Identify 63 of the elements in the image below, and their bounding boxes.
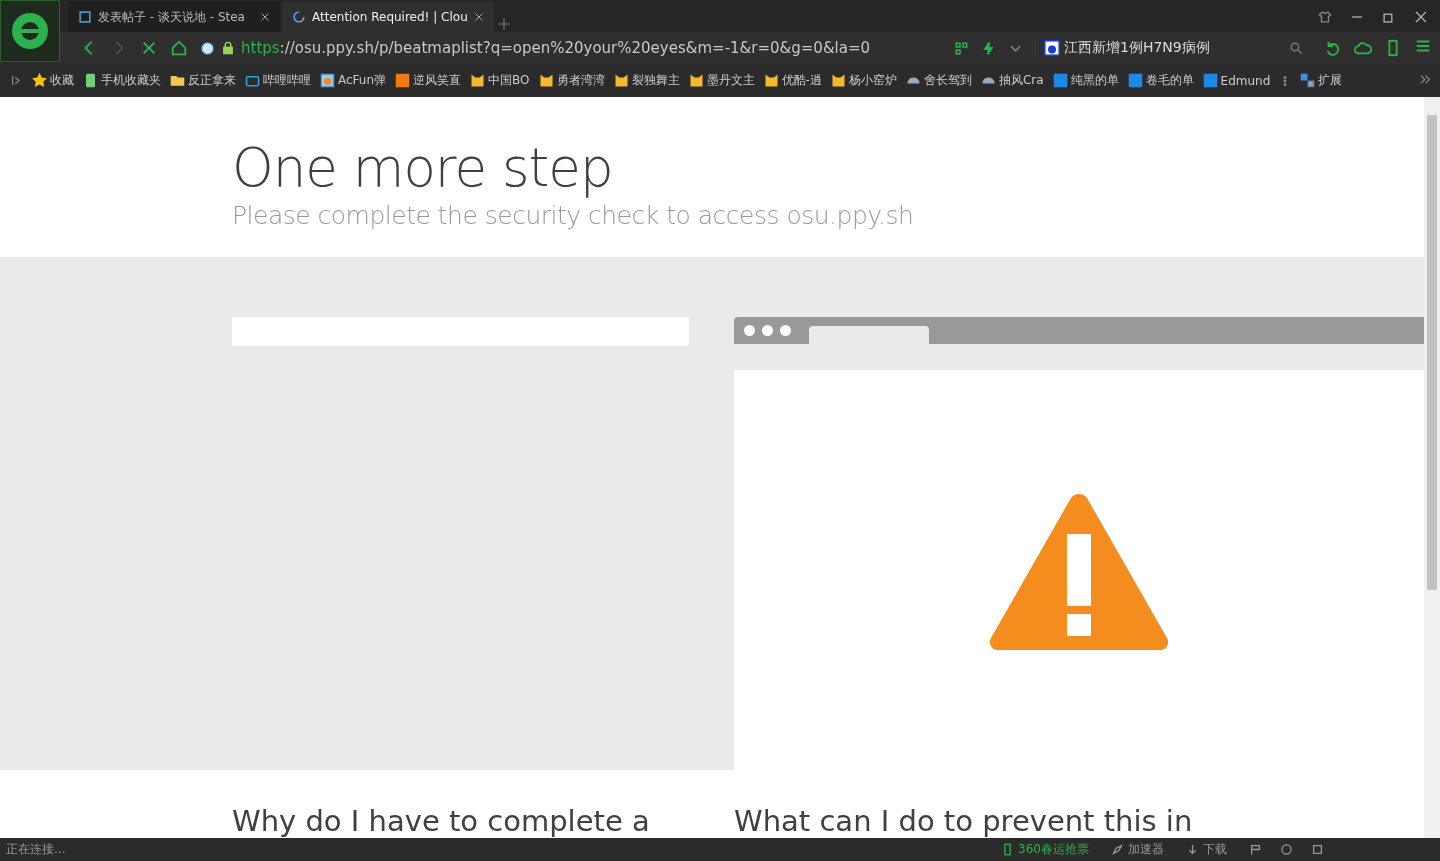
bookmark-item[interactable]: 纯黑的单 [1052, 72, 1119, 89]
bookmark-item[interactable]: 舍长驾到 [905, 72, 972, 89]
bookmark-item[interactable]: 哔哩哔哩 [245, 72, 311, 89]
home-icon[interactable] [170, 39, 188, 57]
section-heading: What can I do to prevent this in [734, 804, 1191, 838]
bookmark-item[interactable]: 勇者湾湾 [538, 72, 605, 89]
window-dots-icon [744, 325, 791, 336]
bookmark-item[interactable]: Edmund [1202, 73, 1271, 88]
double-chevron-icon[interactable] [1419, 72, 1432, 86]
bookmark-item[interactable]: 卷毛的单 [1127, 72, 1194, 89]
address-field[interactable]: https://osu.ppy.sh/p/beatmaplist?q=open%20your%20eyes&m=-1&r=0&g=0&la=0 [200, 39, 942, 57]
section-heading: Why do I have to complete a [232, 804, 651, 838]
page-subtitle: Please complete the security check to access osu.ppy.sh [232, 201, 915, 230]
extensions-button[interactable]: 扩展 [1300, 72, 1343, 89]
status-text: 正在连接... [6, 841, 67, 858]
bookmark-item[interactable]: 抽风Cra [980, 72, 1044, 89]
bookmark-item[interactable]: AcFun弹 [320, 72, 387, 89]
cat-icon[interactable] [688, 73, 704, 88]
apps-icon [1300, 73, 1316, 88]
bookmark-item[interactable]: 杨小窑炉 [830, 72, 897, 89]
browser-tab[interactable]: 发表帖子 - 谈天说地 - Stea [68, 2, 280, 32]
status-item[interactable]: 360春运抢票 [1001, 841, 1089, 858]
bookmark-item[interactable]: 墨丹文主 [688, 72, 755, 89]
lock-icon [221, 41, 235, 55]
undo-icon[interactable] [1324, 39, 1342, 57]
lightning-icon[interactable] [981, 40, 996, 56]
tile-icon[interactable] [395, 73, 411, 88]
tv-icon[interactable] [245, 73, 260, 88]
bookmark-item[interactable]: 逆风笑直 [395, 72, 462, 89]
globe-icon [200, 40, 215, 56]
bookmark-item[interactable]: 裂独舞主 [613, 72, 680, 89]
close-icon[interactable] [260, 12, 270, 22]
cat-icon[interactable] [538, 73, 554, 88]
browser-tab[interactable]: Attention Required! | Clou [282, 2, 494, 32]
flag-icon[interactable] [1249, 843, 1262, 856]
phone-icon[interactable] [83, 73, 98, 88]
cloud-icon[interactable] [1354, 39, 1372, 57]
close-icon[interactable] [474, 12, 484, 22]
download-icon [1186, 843, 1199, 856]
sidebar-toggle-icon[interactable] [10, 74, 23, 87]
cat-icon[interactable] [830, 73, 846, 88]
bookmark-item[interactable]: 反正拿来 [170, 72, 236, 89]
browser-logo[interactable] [0, 0, 60, 62]
cat-icon[interactable] [763, 73, 779, 88]
status-item[interactable]: 加速器 [1111, 841, 1164, 858]
bookmark-item[interactable]: 手机收藏夹 [83, 72, 161, 89]
window-icon[interactable] [1311, 843, 1324, 856]
scrollbar[interactable] [1424, 97, 1440, 838]
bookmark-item[interactable]: 收藏 [32, 72, 74, 89]
stop-icon[interactable] [140, 39, 158, 57]
qr-code-icon[interactable] [954, 40, 969, 56]
bookmark-item[interactable]: 优酷-逍 [763, 72, 822, 89]
cat-icon[interactable] [613, 73, 629, 88]
status-item[interactable]: 下载 [1186, 841, 1227, 858]
page-title: One more step [232, 136, 614, 200]
search-field[interactable]: 江西新增1例H7N9病例 [1035, 39, 1312, 57]
bookmark-item[interactable]: 中国BO [470, 72, 530, 89]
folder-icon[interactable] [170, 73, 185, 88]
star-icon[interactable] [32, 73, 47, 88]
shirt-icon[interactable] [1318, 10, 1332, 24]
cat-icon[interactable] [470, 73, 486, 88]
close-icon[interactable] [1414, 10, 1428, 24]
search-icon[interactable] [1289, 40, 1304, 56]
